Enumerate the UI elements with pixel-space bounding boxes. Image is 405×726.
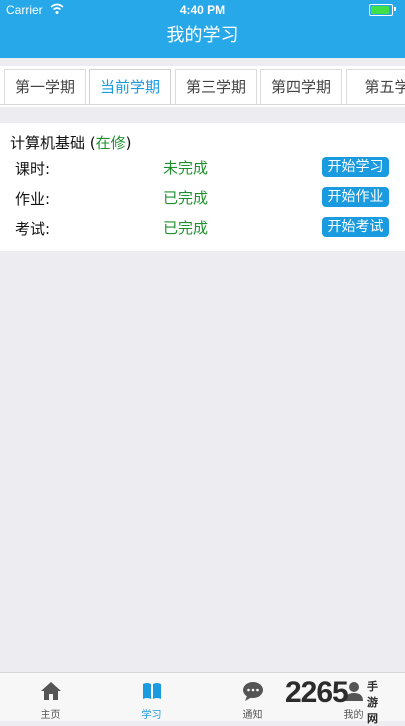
tabs-divider <box>0 104 405 105</box>
course-name: 计算机基础 ( <box>10 134 96 152</box>
page-title: 我的学习 <box>166 25 239 46</box>
course-title-close: ) <box>125 134 132 152</box>
course-status: 在修 <box>95 134 126 152</box>
tab-semester-5[interactable]: 第五学 <box>346 69 405 104</box>
watermark-logo: 2265 手游网 <box>285 676 378 725</box>
tab-current-semester[interactable]: 当前学期 <box>89 69 171 104</box>
status-time: 4:40 PM <box>179 3 226 17</box>
row-label: 考试: <box>15 220 51 238</box>
row-state: 已完成 <box>163 219 209 237</box>
app-header: Carrier 4:40 PM 我的学习 <box>0 0 405 58</box>
chat-icon <box>243 682 263 701</box>
start-exam-button[interactable]: 开始考试 <box>322 217 389 237</box>
tab-semester-1[interactable]: 第一学期 <box>4 69 86 104</box>
tabbar-label: 主页 <box>40 710 61 721</box>
row-exam: 考试: 已完成 开始考试 <box>0 215 405 241</box>
row-state: 未完成 <box>163 159 209 177</box>
home-icon <box>41 682 61 700</box>
row-homework: 作业: 已完成 开始作业 <box>0 185 405 211</box>
book-icon <box>143 683 161 699</box>
tab-semester-4[interactable]: 第四学期 <box>260 69 342 104</box>
tabbar-label: 学习 <box>141 710 162 721</box>
row-lessons: 课时: 未完成 开始学习 <box>0 155 405 181</box>
watermark-text: 2265 <box>285 676 349 709</box>
course-title: 计算机基础 (在修) <box>10 132 132 153</box>
battery-icon <box>369 4 393 16</box>
status-bar: Carrier 4:40 PM <box>0 0 405 20</box>
row-state: 已完成 <box>163 189 209 207</box>
start-study-button[interactable]: 开始学习 <box>322 157 389 177</box>
battery-tip <box>394 7 396 11</box>
row-label: 作业: <box>15 190 51 208</box>
tabbar-item-home[interactable]: 主页 <box>0 673 101 721</box>
course-card: 计算机基础 (在修) 课时: 未完成 开始学习 作业: 已完成 开始作业 考试:… <box>0 123 405 251</box>
row-label: 课时: <box>15 160 51 178</box>
tabbar-item-study[interactable]: 学习 <box>101 673 202 721</box>
start-homework-button[interactable]: 开始作业 <box>322 187 389 207</box>
semester-tabs: 第一学期 当前学期 第三学期 第四学期 第五学 <box>0 66 405 107</box>
tab-semester-3[interactable]: 第三学期 <box>175 69 257 104</box>
watermark-sub: 手游网 <box>367 681 378 725</box>
